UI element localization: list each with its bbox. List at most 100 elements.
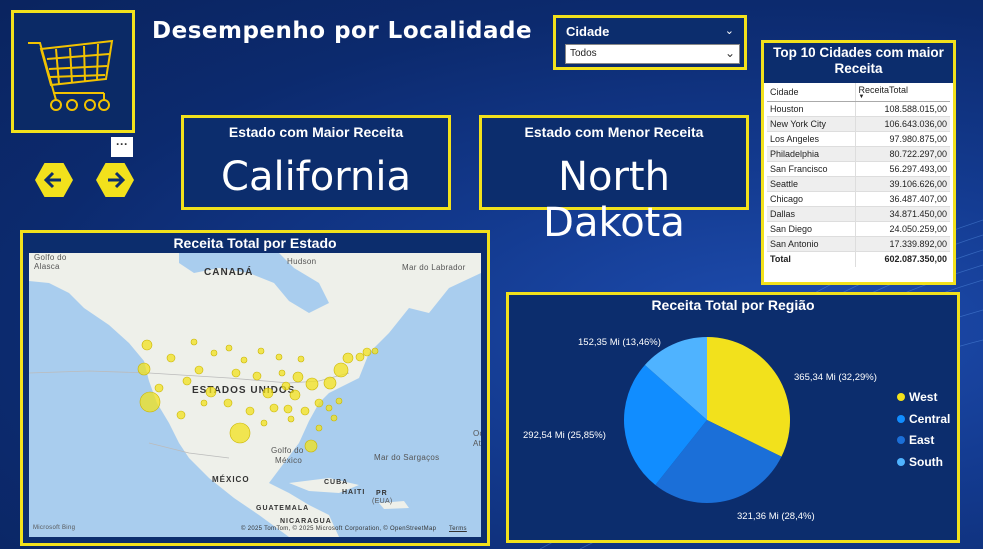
table-row[interactable]: Houston 108.588.015,00	[767, 101, 950, 117]
column-header-revenue[interactable]: ReceitaTotal ▼	[854, 83, 950, 102]
map-bubble[interactable]	[252, 371, 262, 381]
map-bubble[interactable]	[287, 415, 295, 423]
map-bubble[interactable]	[335, 397, 343, 405]
map-bubble[interactable]	[205, 386, 217, 398]
sort-desc-icon: ▼	[858, 94, 865, 100]
map-bubble[interactable]	[283, 404, 293, 414]
map-bubble[interactable]	[210, 349, 218, 357]
table-row[interactable]: Los Angeles 97.980.875,00	[767, 131, 950, 147]
pie-chart	[624, 337, 790, 504]
legend-item[interactable]: West	[897, 390, 937, 404]
map-bubble[interactable]	[315, 424, 323, 432]
column-header-city[interactable]: Cidade	[767, 83, 856, 102]
chart-title: Receita Total por Região	[651, 297, 815, 313]
map-bubble[interactable]	[325, 404, 333, 412]
cell-city: Los Angeles	[767, 131, 856, 147]
map-bubble[interactable]	[223, 398, 233, 408]
top10-table-visual[interactable]: Top 10 Cidades com maior Receita Cidade …	[761, 40, 956, 285]
map-bubble[interactable]	[182, 376, 192, 386]
map-visual[interactable]: Receita Total por Estado CANADÁ Hudson G…	[20, 230, 490, 546]
map-bubble[interactable]	[231, 368, 241, 378]
slicer-dropdown[interactable]: Todos ⌄	[565, 44, 740, 64]
bing-logo: Microsoft Bing	[33, 525, 76, 531]
cell-revenue: 36.487.407,00	[854, 191, 950, 207]
table-row[interactable]: San Antonio 17.339.892,00	[767, 236, 950, 252]
map-bubble[interactable]	[355, 352, 365, 362]
map-bubble[interactable]	[176, 410, 186, 420]
map-bubble[interactable]	[260, 419, 268, 427]
map-bubble[interactable]	[269, 403, 279, 413]
map-bubble[interactable]	[314, 398, 324, 408]
table-row[interactable]: San Diego 24.050.259,00	[767, 221, 950, 237]
map-bubble[interactable]	[305, 377, 319, 391]
map-bubble[interactable]	[281, 381, 291, 391]
total-value: 602.087.350,00	[854, 251, 950, 267]
map-bubble[interactable]	[330, 414, 338, 422]
map-bubble[interactable]	[229, 422, 251, 444]
map-bubble[interactable]	[141, 339, 153, 351]
map-bubble[interactable]	[297, 355, 305, 363]
map-bubble[interactable]	[333, 362, 349, 378]
legend-label: South	[909, 454, 943, 469]
cell-revenue: 17.339.892,00	[854, 236, 950, 252]
map-bubble[interactable]	[194, 365, 204, 375]
map-title: Receita Total por Estado	[173, 235, 337, 251]
map-bubble[interactable]	[304, 439, 318, 453]
map-bubble[interactable]	[257, 347, 265, 355]
cell-city: Philadelphia	[767, 146, 856, 162]
map-canvas[interactable]: CANADÁ Hudson Golfo do Alasca Mar do Lab…	[29, 253, 481, 537]
table-row[interactable]: Dallas 34.871.450,00	[767, 206, 950, 222]
cell-city: New York City	[767, 116, 856, 132]
legend-item[interactable]: Central	[897, 412, 950, 426]
map-bubble[interactable]	[245, 406, 255, 416]
map-bubble[interactable]	[362, 347, 372, 357]
arrow-left-icon	[43, 171, 61, 189]
table-row[interactable]: Chicago 36.487.407,00	[767, 191, 950, 207]
card-title: Estado com Menor Receita	[524, 124, 704, 140]
pie-chart-visual[interactable]: Receita Total por Região 152,35 Mi (13,4…	[506, 292, 960, 543]
city-slicer[interactable]: Cidade ⌄ Todos ⌄	[553, 15, 747, 70]
legend-dot-icon	[897, 414, 905, 423]
cell-revenue: 108.588.015,00	[854, 101, 950, 117]
map-bubble[interactable]	[371, 347, 379, 355]
map-bubble[interactable]	[154, 383, 164, 393]
legend-item[interactable]: East	[897, 433, 934, 447]
map-bubble[interactable]	[300, 406, 310, 416]
map-bubble[interactable]	[342, 352, 354, 364]
map-bubble[interactable]	[278, 369, 286, 377]
table-row[interactable]: New York City 106.643.036,00	[767, 116, 950, 132]
map-bubble[interactable]	[275, 353, 283, 361]
table-row[interactable]: San Francisco 56.297.493,00	[767, 161, 950, 177]
chevron-down-icon[interactable]: ⌄	[725, 24, 734, 37]
map-bubble[interactable]	[166, 353, 176, 363]
map-bubble[interactable]	[190, 338, 198, 346]
table-row[interactable]: Seattle 39.106.626,00	[767, 176, 950, 192]
map-bubble[interactable]	[289, 389, 301, 401]
dropdown-chevron-icon[interactable]: ⌄	[725, 46, 735, 60]
map-bubble[interactable]	[200, 399, 208, 407]
map-bubble[interactable]	[137, 362, 151, 376]
table-row[interactable]: Philadelphia 80.722.297,00	[767, 146, 950, 162]
legend-label: East	[909, 433, 935, 447]
map-bubble[interactable]	[292, 371, 304, 383]
cell-city: Seattle	[767, 176, 856, 192]
legend-dot-icon	[897, 457, 905, 466]
card-value: California	[221, 154, 411, 200]
more-options-icon[interactable]: ···	[111, 137, 133, 157]
cell-city: Chicago	[767, 191, 856, 207]
slice-label-west: 365,34 Mi (32,29%)	[794, 372, 877, 383]
cell-revenue: 56.297.493,00	[854, 161, 950, 177]
map-bubble[interactable]	[262, 387, 274, 399]
cell-revenue: 24.050.259,00	[854, 221, 950, 237]
slicer-value: Todos	[570, 48, 597, 59]
map-bubble[interactable]	[139, 391, 161, 413]
map-bubble[interactable]	[323, 376, 337, 390]
map-terms-link[interactable]: Terms	[449, 526, 467, 532]
cell-revenue: 106.643.036,00	[854, 116, 950, 132]
table-total-row: Total 602.087.350,00	[767, 251, 950, 267]
slice-label-east: 321,36 Mi (28,4%)	[737, 511, 815, 522]
column-header-label: ReceitaTotal	[858, 85, 909, 95]
map-bubble[interactable]	[240, 356, 248, 364]
map-bubble[interactable]	[225, 344, 233, 352]
legend-item[interactable]: South	[897, 455, 943, 469]
